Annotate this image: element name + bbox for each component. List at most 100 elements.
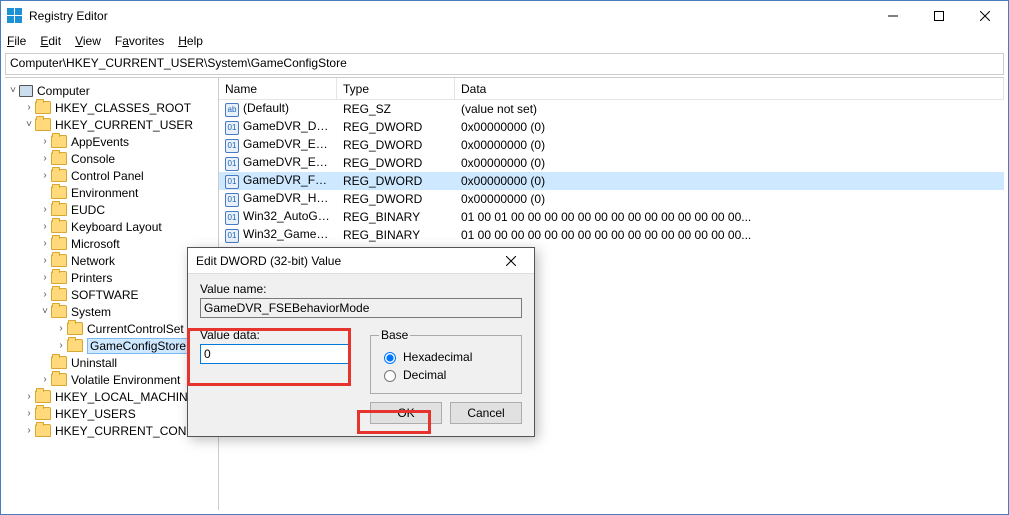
value-row[interactable]: ab(Default)REG_SZ(value not set) xyxy=(219,100,1004,118)
edit-dword-dialog: Edit DWORD (32-bit) Value Value name: Va… xyxy=(187,247,535,437)
column-name[interactable]: Name xyxy=(219,78,337,99)
menu-file[interactable]: File xyxy=(7,34,26,48)
tree-node[interactable]: ›Control Panel xyxy=(5,167,218,184)
value-row[interactable]: 01GameDVR_Hon...REG_DWORD0x00000000 (0) xyxy=(219,190,1004,208)
dialog-title: Edit DWORD (32-bit) Value xyxy=(196,254,496,268)
menubar: File Edit View Favorites Help xyxy=(1,31,1008,51)
folder-icon xyxy=(35,390,51,403)
cell-type: REG_DWORD xyxy=(337,138,455,152)
chevron-right-icon[interactable]: › xyxy=(39,375,51,385)
tree-node[interactable]: ›EUDC xyxy=(5,201,218,218)
cell-name: 01GameDVR_EFSE... xyxy=(219,137,337,153)
menu-help[interactable]: Help xyxy=(178,34,203,48)
value-row[interactable]: 01Win32_AutoGa...REG_BINARY01 00 01 00 0… xyxy=(219,208,1004,226)
folder-icon xyxy=(35,101,51,114)
cell-data: 0x00000000 (0) xyxy=(455,174,1004,188)
tree-node-hkcr[interactable]: ›HKEY_CLASSES_ROOT xyxy=(5,99,218,116)
folder-icon xyxy=(67,339,83,352)
dialog-body: Value name: Value data: Base Hexadecimal… xyxy=(188,274,534,402)
column-type[interactable]: Type xyxy=(337,78,455,99)
radio-hex[interactable]: Hexadecimal xyxy=(379,349,513,364)
column-data[interactable]: Data xyxy=(455,78,1004,99)
chevron-right-icon[interactable]: › xyxy=(39,290,51,300)
chevron-down-icon[interactable]: ˅ xyxy=(23,120,35,130)
folder-icon xyxy=(51,152,67,165)
cell-type: REG_BINARY xyxy=(337,228,455,242)
window-buttons xyxy=(870,1,1008,31)
value-data-input[interactable] xyxy=(200,344,350,364)
chevron-right-icon[interactable]: › xyxy=(23,409,35,419)
folder-icon xyxy=(51,254,67,267)
dialog-buttons: OK Cancel xyxy=(188,402,534,436)
menu-favorites[interactable]: Favorites xyxy=(115,34,164,48)
radio-dec-input[interactable] xyxy=(384,370,396,382)
dialog-titlebar: Edit DWORD (32-bit) Value xyxy=(188,248,534,274)
value-row[interactable]: 01GameDVR_DXGI...REG_DWORD0x00000000 (0) xyxy=(219,118,1004,136)
cell-data: 0x00000000 (0) xyxy=(455,138,1004,152)
tree-node[interactable]: ›AppEvents xyxy=(5,133,218,150)
regedit-icon xyxy=(7,8,23,24)
chevron-right-icon[interactable]: › xyxy=(23,103,35,113)
cell-data: (value not set) xyxy=(455,102,1004,116)
address-bar[interactable]: Computer\HKEY_CURRENT_USER\System\GameCo… xyxy=(5,53,1004,75)
value-row[interactable]: 01GameDVR_FSEB...REG_DWORD0x00000000 (0) xyxy=(219,172,1004,190)
value-row[interactable]: 01GameDVR_EFSE...REG_DWORD0x00000000 (0) xyxy=(219,136,1004,154)
value-row[interactable]: 01GameDVR_Enabl...REG_DWORD0x00000000 (0… xyxy=(219,154,1004,172)
binary-value-icon: 01 xyxy=(225,121,239,135)
binary-value-icon: 01 xyxy=(225,229,239,243)
string-value-icon: ab xyxy=(225,103,239,117)
menu-view[interactable]: View xyxy=(75,34,101,48)
chevron-down-icon[interactable]: ˅ xyxy=(39,307,51,317)
maximize-button[interactable] xyxy=(916,1,962,31)
folder-icon xyxy=(67,322,83,335)
chevron-right-icon[interactable]: › xyxy=(39,171,51,181)
minimize-button[interactable] xyxy=(870,1,916,31)
cell-name: 01GameDVR_Enabl... xyxy=(219,155,337,171)
chevron-right-icon[interactable]: › xyxy=(39,273,51,283)
chevron-down-icon[interactable]: ˅ xyxy=(7,86,19,96)
folder-icon xyxy=(51,356,67,369)
cell-data: 0x00000000 (0) xyxy=(455,192,1004,206)
tree-node[interactable]: ›Console xyxy=(5,150,218,167)
chevron-right-icon[interactable]: › xyxy=(39,137,51,147)
chevron-right-icon[interactable]: › xyxy=(55,324,67,334)
ok-button[interactable]: OK xyxy=(370,402,442,424)
cell-type: REG_DWORD xyxy=(337,174,455,188)
tree-node[interactable]: ›Keyboard Layout xyxy=(5,218,218,235)
cell-data: 0x00000000 (0) xyxy=(455,120,1004,134)
chevron-right-icon[interactable]: › xyxy=(23,392,35,402)
folder-icon xyxy=(35,424,51,437)
close-button[interactable] xyxy=(962,1,1008,31)
chevron-right-icon[interactable]: › xyxy=(39,256,51,266)
radio-dec[interactable]: Decimal xyxy=(379,367,513,382)
cell-type: REG_SZ xyxy=(337,102,455,116)
value-row[interactable]: 01Win32_GameMo...REG_BINARY01 00 00 00 0… xyxy=(219,226,1004,244)
chevron-right-icon[interactable]: › xyxy=(39,154,51,164)
maximize-icon xyxy=(934,11,944,21)
cell-name: 01GameDVR_DXGI... xyxy=(219,119,337,135)
folder-icon xyxy=(51,288,67,301)
base-label: Base xyxy=(379,328,410,342)
value-name-input[interactable] xyxy=(200,298,522,318)
cell-data: 0x00000000 (0) xyxy=(455,156,1004,170)
tree-node-computer[interactable]: ˅Computer xyxy=(5,82,218,99)
menu-edit[interactable]: Edit xyxy=(40,34,61,48)
cell-name: 01Win32_GameMo... xyxy=(219,227,337,243)
chevron-right-icon[interactable]: › xyxy=(39,239,51,249)
chevron-right-icon[interactable]: › xyxy=(39,205,51,215)
radio-hex-input[interactable] xyxy=(384,352,396,364)
tree-node-hkcu[interactable]: ˅HKEY_CURRENT_USER xyxy=(5,116,218,133)
minimize-icon xyxy=(888,11,898,21)
chevron-right-icon[interactable]: › xyxy=(55,341,67,351)
registry-editor-window: Registry Editor File Edit View Favorites… xyxy=(0,0,1009,515)
tree-node[interactable]: Environment xyxy=(5,184,218,201)
dialog-close-button[interactable] xyxy=(496,253,526,269)
chevron-right-icon[interactable]: › xyxy=(23,426,35,436)
cancel-button[interactable]: Cancel xyxy=(450,402,522,424)
chevron-right-icon[interactable]: › xyxy=(39,222,51,232)
titlebar: Registry Editor xyxy=(1,1,1008,31)
base-group: Base Hexadecimal Decimal xyxy=(370,328,522,394)
cell-name: 01Win32_AutoGa... xyxy=(219,209,337,225)
binary-value-icon: 01 xyxy=(225,139,239,153)
cell-type: REG_DWORD xyxy=(337,156,455,170)
